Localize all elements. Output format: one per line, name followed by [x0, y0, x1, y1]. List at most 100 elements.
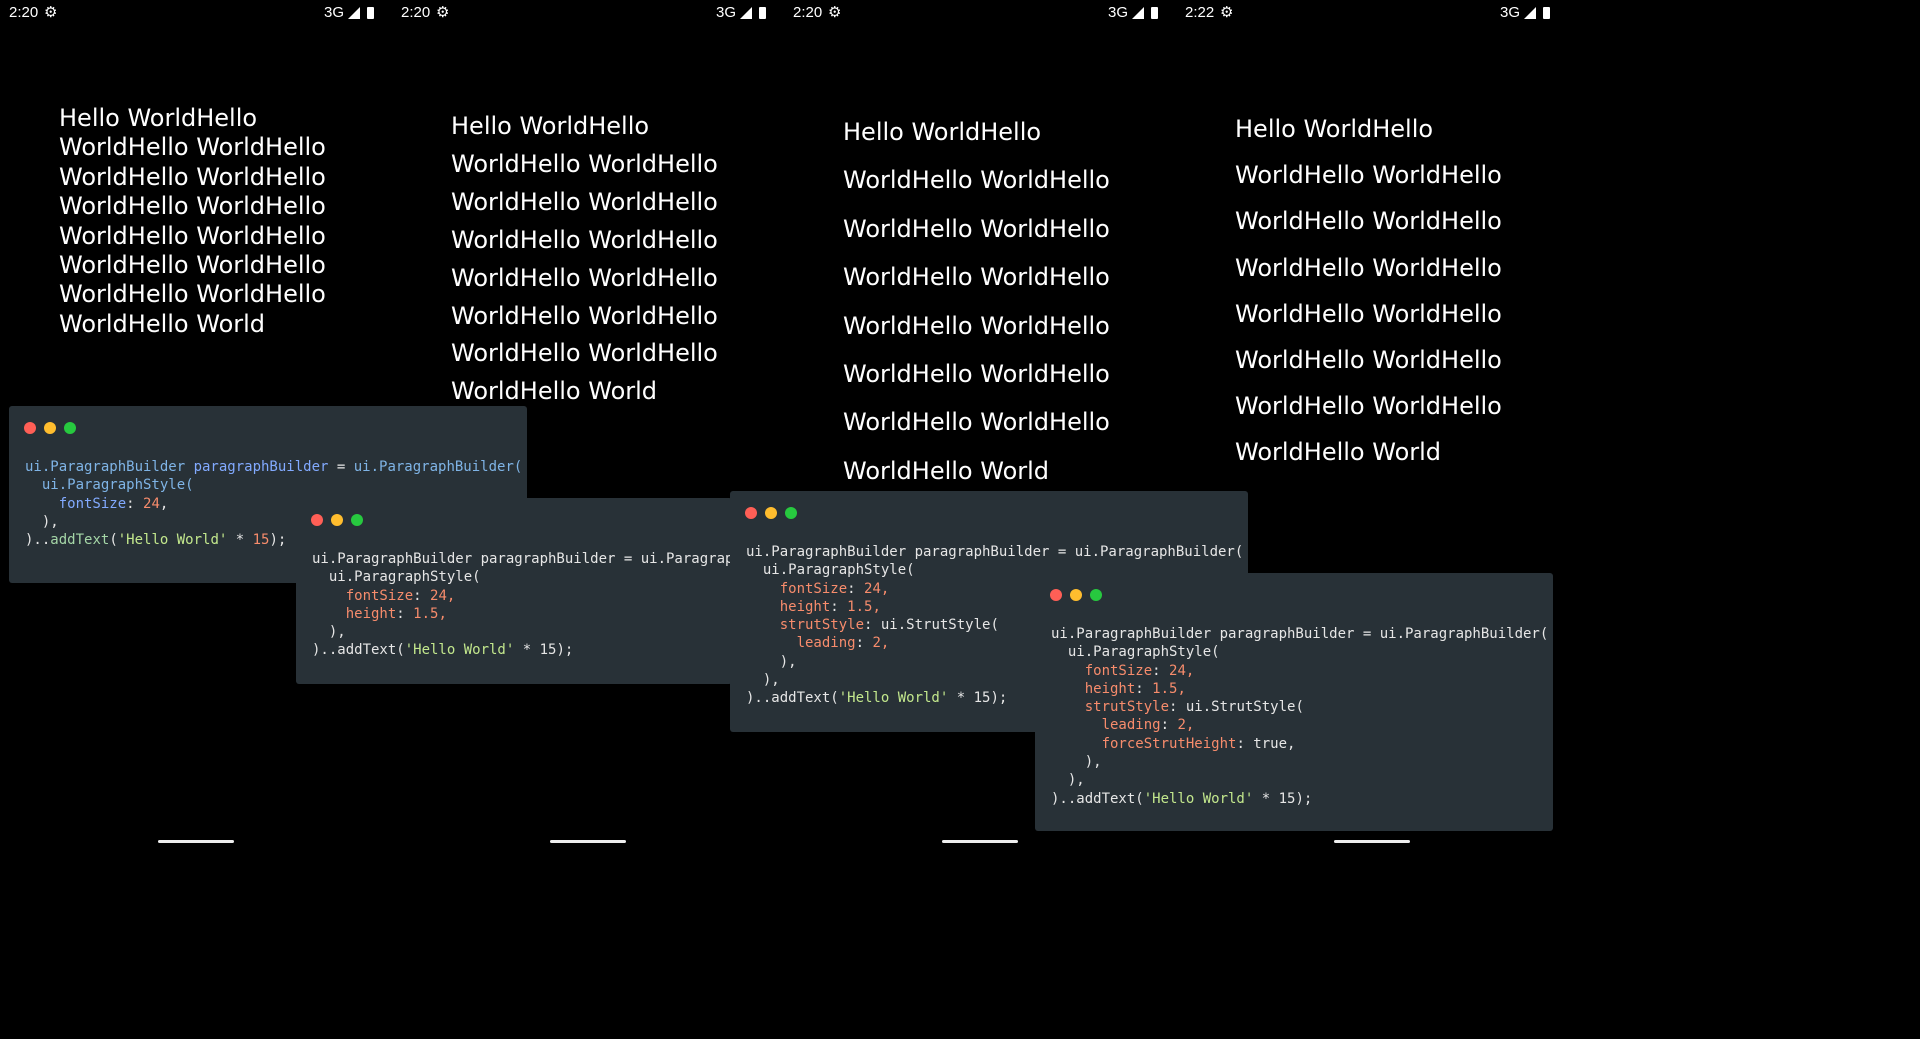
code-line: ui.ParagraphStyle(: [1051, 643, 1548, 661]
code-token: : true,: [1236, 735, 1296, 752]
minimize-dot-icon: [765, 507, 777, 519]
network-type: 3G: [1107, 4, 1128, 21]
text-line: WorldHello WorldHello: [1235, 207, 1502, 236]
code-token: :: [847, 580, 865, 597]
text-line: WorldHello WorldHello: [843, 408, 1110, 437]
code-token: 1.5,: [1152, 680, 1186, 697]
minimize-dot-icon: [1070, 589, 1082, 601]
code-token: ui.ParagraphStyle(: [312, 569, 481, 586]
code-token: height: [779, 598, 831, 615]
text-line: WorldHello WorldHello: [451, 149, 718, 178]
close-dot-icon: [1050, 589, 1062, 601]
nav-handle[interactable]: [158, 840, 234, 843]
code-line: height: 1.5,: [312, 605, 732, 623]
code-token: ui.ParagraphBuilder paragraphBuilder = u…: [1051, 626, 1549, 642]
minimize-dot-icon: [331, 514, 343, 526]
code-token: =: [328, 459, 354, 475]
maximize-dot-icon: [64, 422, 76, 434]
text-line: WorldHello WorldHello: [59, 251, 326, 280]
code-token: ),: [1051, 772, 1085, 789]
code-line: leading: 2,: [1051, 716, 1548, 734]
code-token: 'Hello World': [838, 690, 949, 707]
signal-icon: [1132, 6, 1144, 19]
nav-handle[interactable]: [942, 840, 1018, 843]
battery-icon: [1543, 6, 1550, 19]
status-time: 2:20: [793, 4, 823, 21]
code-token: *: [227, 532, 253, 549]
code-snippet-2: ui.ParagraphBuilder paragraphBuilder = u…: [296, 498, 732, 684]
code-token: : ui.StrutStyle(: [864, 617, 999, 634]
nav-handle[interactable]: [550, 840, 626, 843]
window-controls: [24, 422, 76, 434]
text-line: Hello WorldHello: [843, 118, 1042, 146]
status-time: 2:22: [1185, 4, 1215, 21]
network-type: 3G: [715, 4, 736, 21]
text-line: Hello WorldHello: [451, 112, 650, 140]
status-time: 2:20: [401, 4, 431, 21]
code-line: forceStrutHeight: true,: [1051, 735, 1548, 753]
gear-icon: ⚙: [436, 4, 450, 21]
battery-icon: [759, 6, 766, 19]
close-dot-icon: [311, 514, 323, 526]
code-token: fontSize: [58, 495, 127, 512]
maximize-dot-icon: [351, 514, 363, 526]
text-line: WorldHello WorldHello: [843, 360, 1110, 389]
nav-handle[interactable]: [1334, 840, 1410, 843]
code-token: ui.ParagraphBuilder paragraphBuilder = u…: [312, 551, 732, 567]
text-line: WorldHello WorldHello: [1235, 299, 1502, 328]
code-token: height: [1084, 680, 1136, 697]
text-line: WorldHello WorldHello: [843, 311, 1110, 340]
gear-icon: ⚙: [1220, 4, 1234, 21]
code-line: ),: [1051, 771, 1548, 789]
code-token: 1.5,: [413, 605, 447, 622]
code-token: strutStyle: [779, 617, 865, 634]
code-line: )..addText('Hello World' * 15);: [312, 641, 732, 659]
code-line: fontSize: 24,: [1051, 662, 1548, 680]
code-token: :: [830, 598, 848, 615]
status-bar: 2:20 ⚙ 3G: [0, 0, 392, 26]
text-line: WorldHello WorldHello: [1235, 161, 1502, 190]
code-token: ),: [746, 672, 780, 689]
maximize-dot-icon: [1090, 589, 1102, 601]
code-token: height: [345, 605, 397, 622]
code-line: fontSize: 24,: [312, 587, 732, 605]
code-token: 24,: [1169, 662, 1195, 679]
paragraph-text: Hello WorldHello WorldHello WorldHello W…: [451, 108, 718, 411]
code-token: :: [396, 605, 414, 622]
code-token: :: [1135, 680, 1153, 697]
code-token: 2,: [872, 635, 890, 652]
window-controls: [745, 507, 797, 519]
code-token: ui.ParagraphStyle(: [1051, 644, 1220, 661]
text-line: WorldHello World: [59, 309, 266, 338]
code-token: * 15);: [1253, 790, 1313, 807]
status-time: 2:20: [9, 4, 39, 21]
close-dot-icon: [745, 507, 757, 519]
code-token: ui.ParagraphBuilder(: [353, 459, 523, 475]
code-token: 1.5,: [847, 598, 881, 615]
text-line: WorldHello WorldHello: [451, 263, 718, 292]
text-line: WorldHello WorldHello: [59, 192, 326, 221]
code-line: height: 1.5,: [1051, 680, 1548, 698]
battery-icon: [367, 6, 374, 19]
code-token: ui.ParagraphStyle(: [746, 562, 915, 579]
code-token: (: [109, 532, 118, 549]
window-controls: [311, 514, 363, 526]
code-token: forceStrutHeight: [1101, 735, 1237, 752]
text-line: WorldHello WorldHello: [59, 162, 326, 191]
network-type: 3G: [323, 4, 344, 21]
code-token: * 15);: [948, 690, 1008, 707]
text-line: WorldHello WorldHello: [59, 221, 326, 250]
signal-icon: [1524, 6, 1536, 19]
code-token: ui.ParagraphBuilder: [25, 459, 194, 475]
battery-icon: [1151, 6, 1158, 19]
gear-icon: ⚙: [828, 4, 842, 21]
